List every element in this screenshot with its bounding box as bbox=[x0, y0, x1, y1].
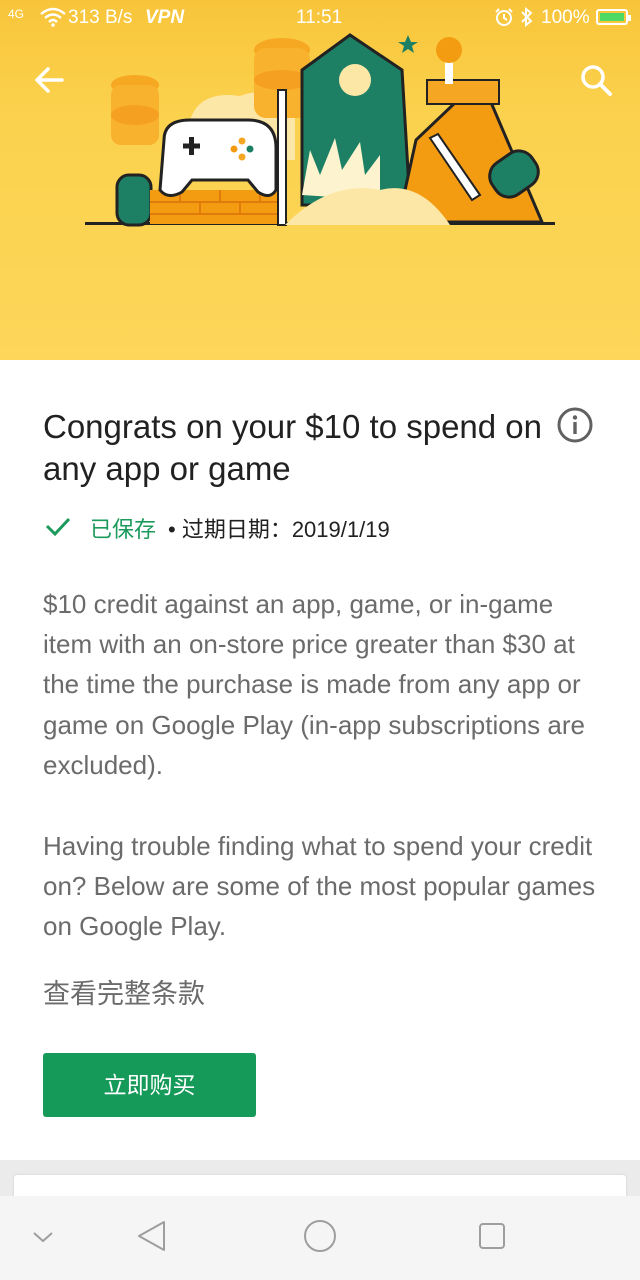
chevron-down-icon bbox=[33, 1232, 53, 1243]
nav-collapse-button[interactable] bbox=[19, 1212, 67, 1260]
offer-suggestion: Having trouble finding what to spend you… bbox=[43, 831, 596, 942]
offer-title: Congrats on your $10 to spend on any app… bbox=[43, 408, 543, 487]
battery-percent: 100% bbox=[541, 7, 590, 28]
battery-icon bbox=[596, 9, 631, 25]
network-speed: 313 B/s bbox=[68, 7, 133, 28]
back-button[interactable] bbox=[28, 58, 72, 102]
search-button[interactable] bbox=[574, 58, 618, 102]
info-icon bbox=[557, 407, 593, 443]
promo-banner: 4G 313 B/s VPN 11:51 100% bbox=[0, 0, 640, 360]
buy-now-button[interactable]: 立即购买 bbox=[43, 1053, 256, 1117]
network-indicator: 4G bbox=[8, 7, 25, 21]
search-icon bbox=[581, 65, 612, 96]
nav-recents-button[interactable] bbox=[468, 1212, 516, 1260]
nav-home-button[interactable] bbox=[296, 1212, 344, 1260]
arrow-left-icon bbox=[35, 67, 64, 93]
home-circle-icon bbox=[304, 1220, 336, 1252]
offer-description: $10 credit against an app, game, or in-g… bbox=[43, 589, 585, 780]
info-button[interactable] bbox=[556, 406, 594, 444]
nav-back-button[interactable] bbox=[128, 1212, 176, 1260]
full-terms-link[interactable]: 查看完整条款 bbox=[43, 972, 205, 1011]
expiry-date: • 过期日期：2019/1/19 bbox=[168, 517, 390, 542]
wifi-icon bbox=[40, 7, 66, 33]
saved-label: 已保存 bbox=[90, 517, 157, 542]
recents-square-icon bbox=[479, 1223, 505, 1249]
games-illustration bbox=[85, 33, 555, 227]
check-icon bbox=[45, 517, 71, 537]
clock: 11:51 bbox=[296, 7, 343, 28]
vpn-indicator: VPN bbox=[145, 7, 185, 28]
back-triangle-icon bbox=[138, 1221, 165, 1251]
system-nav-bar bbox=[0, 1196, 640, 1280]
